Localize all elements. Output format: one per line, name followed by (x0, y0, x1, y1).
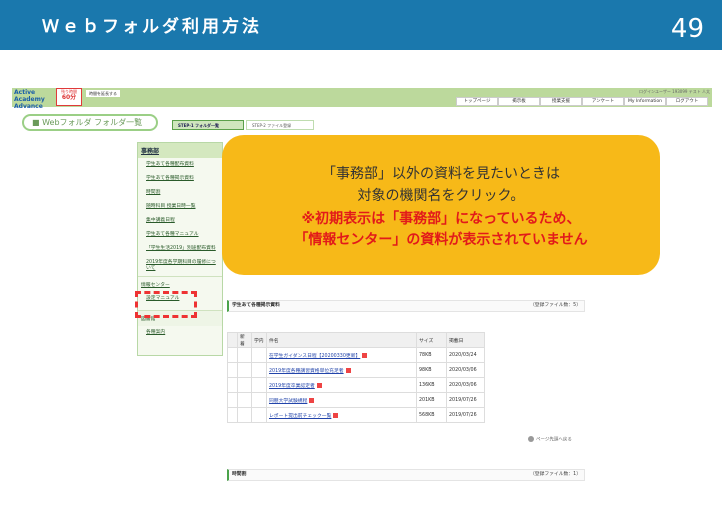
back-to-top-link[interactable]: ページ先頭へ戻る (528, 436, 572, 443)
col-header: 新着 (237, 332, 252, 348)
col-header: サイズ (416, 332, 447, 348)
nav-item[interactable]: アンケート (582, 97, 624, 106)
login-user: ログインユーザー 193099 テスト 人太 (638, 89, 710, 94)
arrow-up-icon (528, 436, 534, 442)
nav-item[interactable]: My Information (624, 97, 666, 106)
logo: Active Academy Advance (14, 89, 45, 110)
sidebar-group-0[interactable]: 事務部 (138, 143, 222, 158)
section-header: 時間割 （登録ファイル数：1） (227, 469, 585, 481)
page-title: ■ Webフォルダ フォルダ一覧 (22, 114, 158, 131)
callout-line: 対象の機関名をクリック。 (357, 188, 525, 204)
slide-title: Ｗｅｂフォルダ利用方法 (42, 17, 262, 37)
callout-annotation: 「事務部」以外の資料を見たいときは 対象の機関名をクリック。 ※初期表示は「事務… (222, 135, 660, 275)
table-row: 2019年度各種講習資格単位充足者 98KB 2020/03/06 (227, 362, 485, 378)
pdf-icon (362, 352, 368, 358)
file-date: 2020/03/24 (446, 347, 485, 363)
nav-item[interactable]: 掲示板 (498, 97, 540, 106)
page-title-text: Webフォルダ フォルダ一覧 (42, 118, 143, 127)
file-date: 2019/07/26 (446, 392, 485, 408)
col-header: 件名 (266, 332, 417, 348)
col-header: 掲載日 (446, 332, 485, 348)
page-number: 49 (670, 14, 704, 44)
highlight-box (135, 291, 197, 318)
sidebar-item[interactable]: 集中講義日程 (138, 214, 222, 228)
step-1: STEP-1 フォルダ一覧 (172, 120, 244, 130)
file-link[interactable]: 同朋大学試験規程 (269, 399, 307, 404)
file-count: （登録ファイル数：5） (529, 303, 581, 308)
sidebar-group-1[interactable]: 情報センター (138, 276, 222, 292)
file-date: 2020/03/06 (446, 377, 485, 393)
file-count: （登録ファイル数：1） (529, 472, 581, 477)
file-link[interactable]: 2019年度各種講習資格単位充足者 (269, 369, 344, 374)
main-nav: トップページ 掲示板 授業支援 アンケート My Information ログアウト (456, 97, 708, 106)
table-row: 在学生ガイダンス日程【20200330更新】 78KB 2020/03/24 (227, 347, 485, 363)
sidebar-item[interactable]: 学生あて各種掲示資料 (138, 172, 222, 186)
table-row: 2019年度卒業認定者 136KB 2020/03/06 (227, 377, 485, 393)
timer-box: 残り時間 60分 (56, 88, 82, 106)
timer-value: 60分 (61, 94, 77, 101)
pdf-icon (345, 367, 351, 373)
file-table: 新着 学内 件名 サイズ 掲載日 在学生ガイダンス日程【20200330更新】 7… (227, 332, 485, 423)
pdf-icon (309, 397, 315, 403)
step-2: STEP-2 ファイル登録 (246, 120, 314, 130)
nav-item[interactable]: 授業支援 (540, 97, 582, 106)
file-size: 568KB (416, 407, 447, 423)
sidebar-item[interactable]: 時間割 (138, 186, 222, 200)
extend-time-button[interactable]: 時間を延長する (86, 90, 120, 97)
table-row: レポート提出前チェック一覧 568KB 2019/07/26 (227, 407, 485, 423)
file-link[interactable]: 2019年度卒業認定者 (269, 384, 315, 389)
back-to-top-label: ページ先頭へ戻る (536, 437, 572, 443)
section-title: 学生あて各種掲示資料 (232, 303, 280, 308)
sidebar-item[interactable]: 各種案内 (138, 326, 222, 340)
file-size: 201KB (416, 392, 447, 408)
file-link[interactable]: 在学生ガイダンス日程【20200330更新】 (269, 354, 360, 359)
sidebar-item[interactable]: 2019年度各学期科目の履修について (138, 256, 222, 276)
col-header: 学内 (251, 332, 267, 348)
pdf-icon (333, 412, 339, 418)
sidebar-item[interactable]: 随時科目 授業日時一覧 (138, 200, 222, 214)
file-link[interactable]: レポート提出前チェック一覧 (269, 414, 331, 419)
callout-warning: 「情報センター」の資料が表示されていません (294, 232, 588, 248)
file-size: 136KB (416, 377, 447, 393)
file-date: 2019/07/26 (446, 407, 485, 423)
sidebar-item[interactable]: 「学生生活2019」別途配布資料 (138, 242, 222, 256)
nav-item[interactable]: ログアウト (666, 97, 708, 106)
callout-line: 「事務部」以外の資料を見たいときは (322, 166, 560, 182)
table-row: 同朋大学試験規程 201KB 2019/07/26 (227, 392, 485, 408)
section-header: 学生あて各種掲示資料 （登録ファイル数：5） (227, 300, 585, 312)
pdf-icon (316, 382, 322, 388)
file-size: 78KB (416, 347, 447, 363)
sidebar-item[interactable]: 学生あて各種マニュアル (138, 228, 222, 242)
nav-item[interactable]: トップページ (456, 97, 498, 106)
callout-warning: ※初期表示は「事務部」になっているため、 (301, 211, 581, 227)
file-date: 2020/03/06 (446, 362, 485, 378)
section-title: 時間割 (232, 472, 247, 477)
file-size: 98KB (416, 362, 447, 378)
folder-sidebar: 事務部 学生あて各種配布資料 学生あて各種掲示資料 時間割 随時科目 授業日時一覧 集中講… (137, 142, 223, 356)
sidebar-item[interactable]: 学生あて各種配布資料 (138, 158, 222, 172)
